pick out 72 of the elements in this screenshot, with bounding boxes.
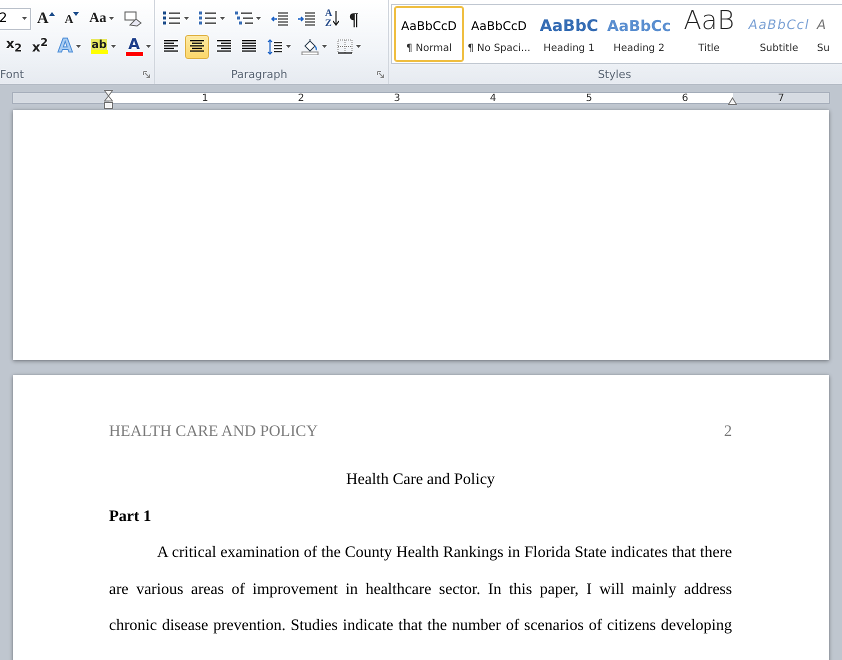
style-sample: AaBbCcD [471,18,527,35]
change-case-button[interactable]: Aa [85,6,118,30]
ruler-number: 3 [392,92,402,102]
style-name: Heading 2 [613,43,665,54]
list-icon [163,11,181,26]
down-triangle-icon [73,12,80,16]
caret-icon [256,17,261,20]
group-label: Styles [598,68,632,80]
caret-icon [146,45,151,48]
style-sample: AaBbCc [607,16,671,36]
paint-bucket-icon [301,38,319,54]
style-sample: A [817,17,826,35]
indent-icon [271,12,288,26]
list-icon [199,11,217,26]
caret-icon [109,17,114,20]
style-sample: AaB [684,11,734,31]
ruler-number: 4 [488,92,498,102]
show-marks-button[interactable]: ¶ [345,6,363,30]
borders-icon [337,39,353,54]
font-color-button[interactable]: A [122,34,155,58]
sort-button[interactable]: A Z [321,6,343,30]
style-sample: AaBbCcD [401,18,457,35]
style-name: Su [817,43,830,54]
ruler-number: 7 [776,92,786,102]
eraser-icon [124,10,142,26]
caret-icon [110,45,116,48]
caret-icon [322,45,327,48]
launcher-icon[interactable] [143,70,150,78]
page-number: 2 [724,422,732,442]
superscript-button[interactable]: x$^{2}$ [28,34,52,58]
align-center-button[interactable] [185,34,209,58]
group-label: Paragraph [231,68,288,80]
alignment-icon [163,40,179,53]
style-name: Title [698,43,720,54]
style-name: ¶ No Spaci... [468,43,530,54]
page-header: HEALTH CARE AND POLICY [109,422,318,442]
right-indent-marker-icon[interactable] [728,96,737,104]
subscript-button[interactable]: x$_{2}$ [2,34,26,58]
line-spacing-icon [267,38,283,54]
alignment-icon [241,40,257,53]
style-item[interactable]: AaBbCcD ¶ Normal [394,6,464,62]
font-size-field[interactable]: 2 [0,8,31,30]
launcher-icon[interactable] [377,70,384,78]
ruler-number: 6 [680,92,690,102]
ruler-number: 5 [584,92,594,102]
indent-icon [298,12,315,26]
group-label: Font [0,68,24,80]
down-arrow-icon [333,11,339,26]
ruler-number: 1 [200,92,210,102]
caret-icon [76,45,81,48]
alignment-icon [215,40,231,53]
indent-marker-icon[interactable] [104,90,113,110]
ruler-number: 2 [296,92,306,102]
style-name: Heading 1 [543,43,595,54]
grow-button[interactable]: A [33,6,59,30]
style-name: Subtitle [760,43,798,54]
alignment-icon [189,40,205,53]
style-name: ¶ Normal [406,43,452,54]
caret-icon [286,45,291,48]
list-icon [235,11,253,26]
shrink-button[interactable]: A [60,6,84,30]
section-heading: Part 1 [109,506,152,526]
style-sample: AaBbC [540,16,598,36]
caret-icon [184,17,189,20]
body-paragraph: A critical examination of the County Health Rankings in Florida State indicates that there are various areas of improvement in healthcare sector. In this paper, I will mainly address chronic disease prevention. Studies indicate that the number of scenarios of citizens developing [109,543,732,636]
caret-icon [22,17,27,20]
caret-icon [220,17,225,20]
up-triangle-icon [48,12,55,16]
caret-icon [356,45,361,48]
highlight-button[interactable]: ab [86,34,120,58]
document-title: Health Care and Policy [345,470,496,490]
style-sample: AaBbCcl [748,17,810,35]
